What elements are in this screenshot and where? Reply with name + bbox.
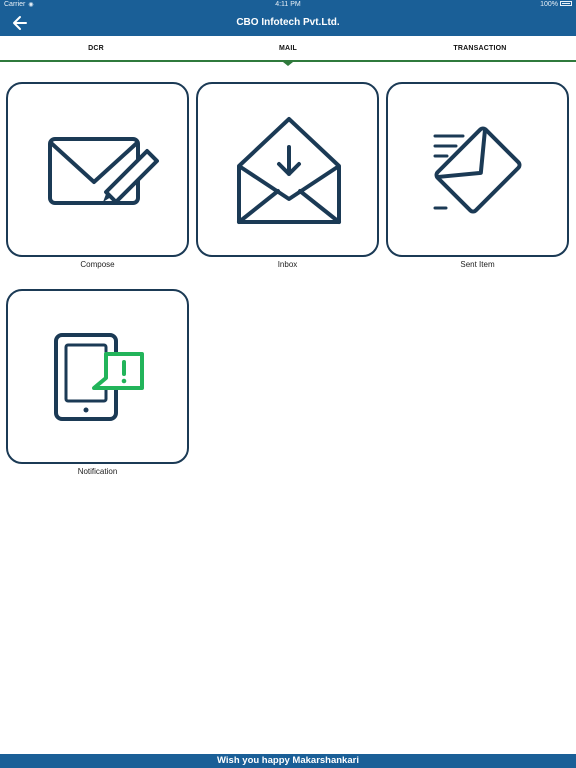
battery-icon (560, 0, 572, 6)
tab-mail[interactable]: MAIL (192, 36, 384, 62)
notification-tile[interactable] (6, 289, 189, 464)
footer-message: Wish you happy Makarshankari (217, 755, 359, 766)
status-bar: Carrier ◉ 4:11 PM 100% (0, 0, 576, 10)
compose-mail-icon (48, 137, 159, 205)
selected-tab-indicator (283, 62, 293, 66)
navigation-bar: CBO Infotech Pvt.Ltd. (0, 10, 576, 36)
sent-item-label: Sent Item (460, 260, 495, 269)
sent-item-tile[interactable] (386, 82, 569, 257)
battery-percent: 100% (540, 1, 558, 8)
clock: 4:11 PM (275, 1, 301, 8)
inbox-envelope-icon (237, 117, 341, 224)
notification-label: Notification (77, 467, 118, 476)
inbox-label: Inbox (277, 260, 298, 269)
sent-envelope-icon (433, 126, 522, 214)
inbox-tile[interactable] (196, 82, 379, 257)
compose-label: Compose (80, 260, 115, 269)
footer-message-bar: Wish you happy Makarshankari (0, 754, 576, 768)
page-title: CBO Infotech Pvt.Ltd. (236, 17, 340, 28)
back-arrow-icon (13, 16, 27, 30)
tablet-alert-icon (54, 333, 144, 421)
compose-tile[interactable] (6, 82, 189, 257)
tab-transaction[interactable]: TRANSACTION (384, 36, 576, 62)
tab-bar: DCR MAIL TRANSACTION (0, 36, 576, 62)
back-button[interactable] (10, 13, 32, 33)
battery-status: 100% (540, 0, 572, 10)
tab-dcr[interactable]: DCR (0, 36, 192, 62)
